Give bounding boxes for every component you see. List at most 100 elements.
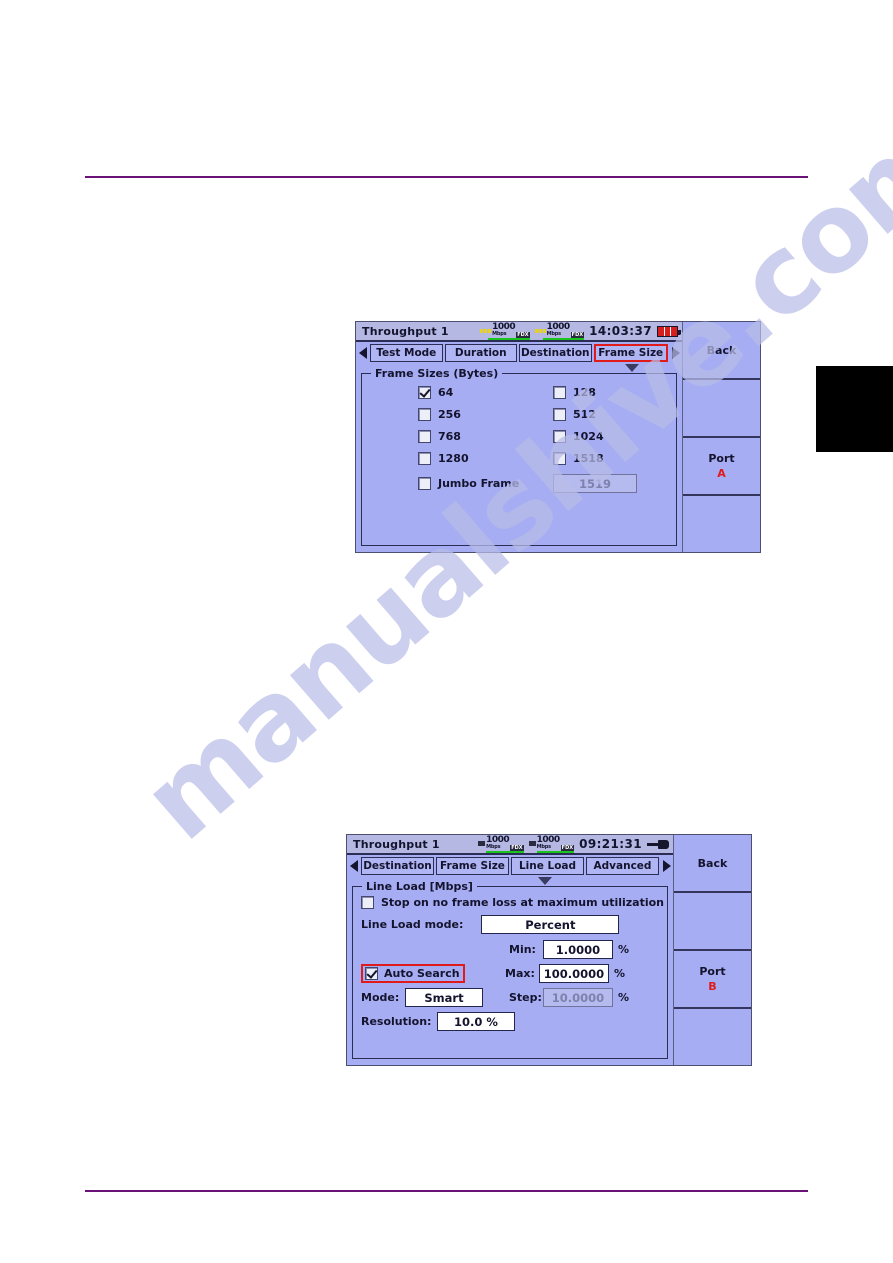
- tab-bar: Test Mode Duration Destination Frame Siz…: [356, 342, 682, 364]
- checkbox-label-auto-search: Auto Search: [384, 967, 460, 980]
- checkbox-row-1518[interactable]: 1518: [553, 452, 668, 465]
- jumbo-frame-size-input[interactable]: 1519: [553, 474, 637, 493]
- checkbox-1518[interactable]: [553, 452, 566, 465]
- softkey-empty-2[interactable]: [683, 496, 760, 552]
- device-screenshot-line-load: Throughput 1 1000 Mbps FDX 1000 Mbps FDX…: [346, 834, 752, 1066]
- link-active-bar-2: [536, 850, 575, 853]
- checkbox-1280[interactable]: [418, 452, 431, 465]
- step-input[interactable]: 10.0000: [543, 988, 613, 1007]
- softkey-port-button[interactable]: Port A: [683, 438, 760, 496]
- line-load-group-title: Line Load [Mbps]: [362, 880, 477, 893]
- chevron-left-icon: [349, 860, 358, 872]
- max-input[interactable]: 100.0000: [539, 964, 609, 983]
- checkbox-row-128[interactable]: 128: [553, 386, 668, 399]
- line-load-groupbox: Line Load [Mbps] Stop on no frame loss a…: [352, 880, 668, 1059]
- softkey-empty-1[interactable]: [674, 893, 751, 951]
- softkey-port-letter: A: [717, 467, 726, 480]
- checkbox-256[interactable]: [418, 408, 431, 421]
- softkey-empty-1[interactable]: [683, 380, 760, 438]
- device-screenshot-frame-size: Throughput 1 1000 Mbps FDX 1000 Mbps FDX…: [355, 321, 761, 553]
- checkbox-128[interactable]: [553, 386, 566, 399]
- checkbox-row-1280[interactable]: 1280: [418, 452, 553, 465]
- chapter-tab-marker: [816, 366, 893, 452]
- battery-icon: [657, 325, 681, 337]
- clock-display: 14:03:37: [589, 324, 652, 338]
- titlebar-status-area: 1000 Mbps FDX 1000 Mbps FDX 09:21:31: [478, 835, 669, 853]
- link-led-icon: [480, 328, 492, 333]
- checkbox-row-jumbo-frame[interactable]: Jumbo Frame: [418, 474, 553, 493]
- clock-display: 09:21:31: [579, 837, 642, 851]
- port-speed-unit-1: Mbps: [486, 843, 501, 850]
- link-active-bar-1: [488, 337, 530, 340]
- line-load-mode-label: Line Load mode:: [361, 918, 464, 931]
- link-led-icon: [478, 840, 486, 846]
- tab-frame-size[interactable]: Frame Size: [593, 344, 668, 362]
- panel-body: Frame Sizes (Bytes) 64 128 256 512 768 1…: [356, 367, 682, 552]
- tab-line-load[interactable]: Line Load: [511, 857, 584, 875]
- window-title: Throughput 1: [362, 324, 449, 338]
- jumbo-frame-value-wrap: 1519: [553, 474, 668, 493]
- titlebar: Throughput 1 1000 Mbps FDX 1000 Mbps FDX…: [356, 322, 682, 342]
- softkey-back-button[interactable]: Back: [674, 835, 751, 893]
- checkbox-label-512: 512: [573, 408, 596, 421]
- stop-on-no-frame-loss-row[interactable]: Stop on no frame loss at maximum utiliza…: [361, 896, 664, 909]
- softkey-back-button[interactable]: Back: [683, 322, 760, 380]
- checkbox-row-256[interactable]: 256: [418, 408, 553, 421]
- checkbox-1024[interactable]: [553, 430, 566, 443]
- checkbox-jumbo-frame[interactable]: [418, 477, 431, 490]
- mode-and-step-row: Mode: Smart Step: 10.0000 %: [361, 988, 659, 1007]
- checkbox-label-768: 768: [438, 430, 461, 443]
- titlebar: Throughput 1 1000 Mbps FDX 1000 Mbps FDX…: [347, 835, 673, 855]
- checkbox-row-1024[interactable]: 1024: [553, 430, 668, 443]
- softkey-port-label: Port: [708, 452, 735, 465]
- softkey-port-button[interactable]: Port B: [674, 951, 751, 1009]
- tab-test-mode[interactable]: Test Mode: [370, 344, 443, 362]
- line-load-mode-select[interactable]: Percent: [481, 915, 620, 934]
- checkbox-label-1280: 1280: [438, 452, 469, 465]
- port-speed-unit-2: Mbps: [536, 843, 552, 850]
- checkbox-512[interactable]: [553, 408, 566, 421]
- softkey-empty-2[interactable]: [674, 1009, 751, 1065]
- frame-sizes-group-title: Frame Sizes (Bytes): [371, 367, 503, 380]
- window-title: Throughput 1: [353, 837, 440, 851]
- tab-scroll-right-button[interactable]: [670, 347, 681, 359]
- link-led-icon: [534, 328, 546, 333]
- device-main-area: Throughput 1 1000 Mbps FDX 1000 Mbps FDX…: [356, 322, 683, 552]
- min-input[interactable]: 1.0000: [543, 940, 613, 959]
- tab-duration[interactable]: Duration: [444, 344, 517, 362]
- tab-scroll-left-button[interactable]: [348, 860, 359, 872]
- tab-scroll-left-button[interactable]: [357, 347, 368, 359]
- tab-scroll-right-button[interactable]: [661, 860, 672, 872]
- softkey-port-label: Port: [699, 965, 726, 978]
- tab-frame-size[interactable]: Frame Size: [436, 857, 509, 875]
- search-mode-select[interactable]: Smart: [405, 988, 483, 1007]
- checkbox-row-768[interactable]: 768: [418, 430, 553, 443]
- checkbox-auto-search[interactable]: [365, 967, 378, 980]
- link-active-bar-1: [486, 850, 524, 853]
- checkbox-row-64[interactable]: 64: [418, 386, 553, 399]
- checkbox-stop-on-no-frame-loss[interactable]: [361, 896, 374, 909]
- auto-search-highlight[interactable]: Auto Search: [361, 964, 465, 983]
- selected-tab-pointer-icon: [538, 877, 552, 885]
- power-plug-icon: [647, 839, 669, 850]
- checkbox-64[interactable]: [418, 386, 431, 399]
- resolution-input[interactable]: 10.0 %: [437, 1012, 515, 1031]
- tab-advanced[interactable]: Advanced: [586, 857, 659, 875]
- checkbox-row-512[interactable]: 512: [553, 408, 668, 421]
- softkey-port-letter: B: [708, 980, 717, 993]
- tab-bar: Destination Frame Size Line Load Advance…: [347, 855, 673, 877]
- tab-destination[interactable]: Destination: [361, 857, 434, 875]
- frame-sizes-groupbox: Frame Sizes (Bytes) 64 128 256 512 768 1…: [361, 367, 677, 546]
- checkbox-768[interactable]: [418, 430, 431, 443]
- checkbox-label-stop-on-no-frame-loss: Stop on no frame loss at maximum utiliza…: [381, 896, 665, 909]
- port-speed-unit-2: Mbps: [546, 330, 562, 337]
- checkbox-label-jumbo-frame: Jumbo Frame: [438, 477, 520, 490]
- max-unit: %: [614, 967, 626, 980]
- auto-search-and-max-row: Auto Search Max: 100.0000 %: [361, 964, 659, 983]
- step-label: Step:: [509, 991, 542, 1004]
- tab-destination[interactable]: Destination: [519, 344, 592, 362]
- softkey-back-label: Back: [706, 343, 737, 357]
- port-speed-indicator-2: 1000 Mbps FDX: [534, 322, 585, 340]
- selected-tab-pointer-icon: [625, 364, 639, 372]
- chevron-right-icon: [671, 347, 680, 359]
